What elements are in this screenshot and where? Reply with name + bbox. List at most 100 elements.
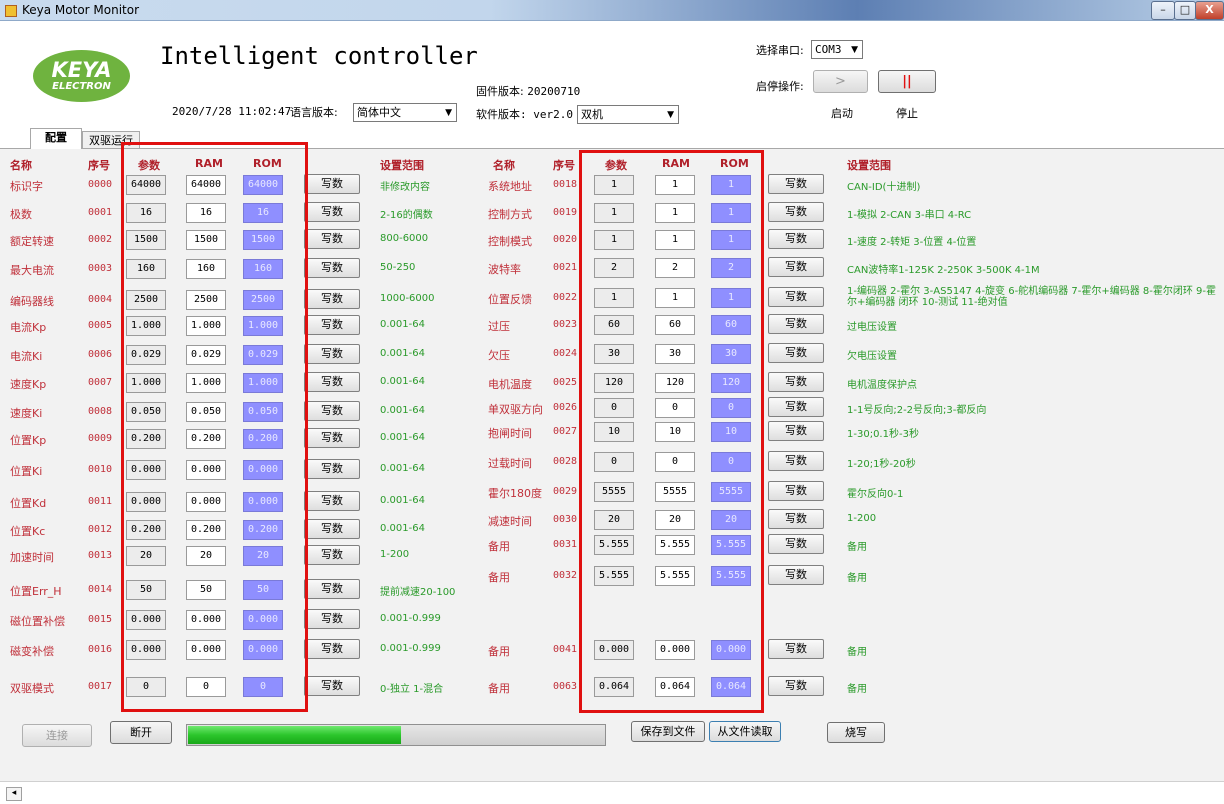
param-range: 0.001-64: [380, 523, 425, 534]
write-button[interactable]: 写数: [768, 481, 824, 501]
write-button[interactable]: 写数: [304, 491, 360, 511]
write-button[interactable]: 写数: [768, 509, 824, 529]
param-range: 0.001-64: [380, 495, 425, 506]
write-button[interactable]: 写数: [768, 676, 824, 696]
disconnect-button[interactable]: 断开: [110, 721, 172, 744]
close-button[interactable]: X: [1195, 1, 1224, 20]
param-name: 位置Kc: [10, 525, 46, 538]
burn-button[interactable]: 烧写: [827, 722, 885, 743]
progress-fill: [188, 726, 402, 744]
write-button[interactable]: 写数: [304, 401, 360, 421]
param-index: 0017: [88, 681, 113, 692]
param-name: 过载时间: [488, 457, 532, 470]
param-index: 0022: [553, 292, 578, 303]
write-button[interactable]: 写数: [768, 565, 824, 585]
param-range: 1-30;0.1秒-3秒: [847, 429, 919, 440]
write-button[interactable]: 写数: [304, 459, 360, 479]
connect-button[interactable]: 连接: [22, 724, 92, 747]
right-header-range: 设置范围: [847, 159, 891, 172]
tab-config[interactable]: 配置: [30, 128, 82, 149]
write-button[interactable]: 写数: [768, 257, 824, 277]
param-name: 位置反馈: [488, 293, 532, 306]
write-button[interactable]: 写数: [304, 202, 360, 222]
right-highlight-box: [579, 150, 764, 713]
write-button[interactable]: 写数: [304, 258, 360, 278]
param-index: 0000: [88, 179, 113, 190]
start-label: 启动: [831, 107, 853, 120]
param-name: 备用: [488, 682, 510, 695]
param-range: 0.001-64: [380, 348, 425, 359]
param-range: 1000-6000: [380, 293, 435, 304]
write-button[interactable]: 写数: [304, 315, 360, 335]
param-range: 1-模拟 2-CAN 3-串口 4-RC: [847, 210, 972, 221]
write-button[interactable]: 写数: [768, 174, 824, 194]
start-button[interactable]: >: [813, 70, 868, 93]
param-name: 控制模式: [488, 235, 532, 248]
param-name: 位置Kd: [10, 497, 47, 510]
param-range: 1-200: [380, 549, 410, 560]
write-button[interactable]: 写数: [304, 372, 360, 392]
maximize-button[interactable]: □: [1174, 1, 1196, 20]
param-name: 额定转速: [10, 235, 54, 248]
language-select[interactable]: 简体中文 ▼: [353, 103, 457, 122]
write-button[interactable]: 写数: [768, 639, 824, 659]
write-button[interactable]: 写数: [768, 202, 824, 222]
write-button[interactable]: 写数: [768, 372, 824, 392]
mode-select[interactable]: 双机 ▼: [577, 105, 679, 124]
param-index: 0029: [553, 486, 578, 497]
firmware-version: 20200710: [527, 85, 581, 98]
write-button[interactable]: 写数: [304, 545, 360, 565]
port-value: COM3: [815, 43, 842, 56]
write-button[interactable]: 写数: [768, 451, 824, 471]
app-heading: Intelligent controller: [160, 42, 478, 70]
status-bar: ◂: [0, 781, 1224, 804]
write-button[interactable]: 写数: [304, 428, 360, 448]
write-button[interactable]: 写数: [304, 639, 360, 659]
firmware-label-text: 固件版本:: [476, 85, 524, 98]
minimize-button[interactable]: –: [1151, 1, 1175, 20]
save-to-file-button[interactable]: 保存到文件: [631, 721, 705, 742]
port-select[interactable]: COM3 ▼: [811, 40, 863, 59]
write-button[interactable]: 写数: [304, 174, 360, 194]
param-name: 电流Ki: [10, 350, 43, 363]
param-name: 标识字: [10, 180, 43, 193]
param-range: 0-独立 1-混合: [380, 684, 444, 695]
param-name: 备用: [488, 540, 510, 553]
scroll-left-icon[interactable]: ◂: [6, 787, 22, 801]
param-index: 0008: [88, 406, 113, 417]
write-button[interactable]: 写数: [304, 609, 360, 629]
param-index: 0028: [553, 456, 578, 467]
write-button[interactable]: 写数: [768, 421, 824, 441]
write-button[interactable]: 写数: [304, 344, 360, 364]
write-button[interactable]: 写数: [768, 229, 824, 249]
param-name: 备用: [488, 645, 510, 658]
param-name: 备用: [488, 571, 510, 584]
load-from-file-button[interactable]: 从文件读取: [709, 721, 781, 742]
write-button[interactable]: 写数: [768, 534, 824, 554]
param-range: 0.001-0.999: [380, 643, 441, 654]
write-button[interactable]: 写数: [768, 314, 824, 334]
write-button[interactable]: 写数: [304, 229, 360, 249]
write-button[interactable]: 写数: [768, 287, 824, 307]
logo-main-text: KEYA: [51, 58, 112, 82]
param-name: 位置Kp: [10, 434, 47, 447]
write-button[interactable]: 写数: [304, 579, 360, 599]
write-button[interactable]: 写数: [304, 676, 360, 696]
param-name: 减速时间: [488, 515, 532, 528]
param-index: 0015: [88, 614, 113, 625]
logo-sub-text: ELECTRON: [52, 81, 111, 92]
software-version: 软件版本: ver2.0: [476, 108, 573, 121]
param-range: 0.001-64: [380, 405, 425, 416]
param-index: 0041: [553, 644, 578, 655]
stop-button[interactable]: ||: [878, 70, 936, 93]
write-button[interactable]: 写数: [768, 343, 824, 363]
param-name: 速度Ki: [10, 407, 43, 420]
param-index: 0020: [553, 234, 578, 245]
write-button[interactable]: 写数: [304, 519, 360, 539]
param-range: 备用: [847, 542, 867, 553]
param-range: 1-编码器 2-霍尔 3-AS5147 4-旋变 6-舵机编码器 7-霍尔+编码…: [847, 286, 1217, 308]
write-button[interactable]: 写数: [304, 289, 360, 309]
param-name: 加速时间: [10, 551, 54, 564]
write-button[interactable]: 写数: [768, 397, 824, 417]
param-index: 0032: [553, 570, 578, 581]
